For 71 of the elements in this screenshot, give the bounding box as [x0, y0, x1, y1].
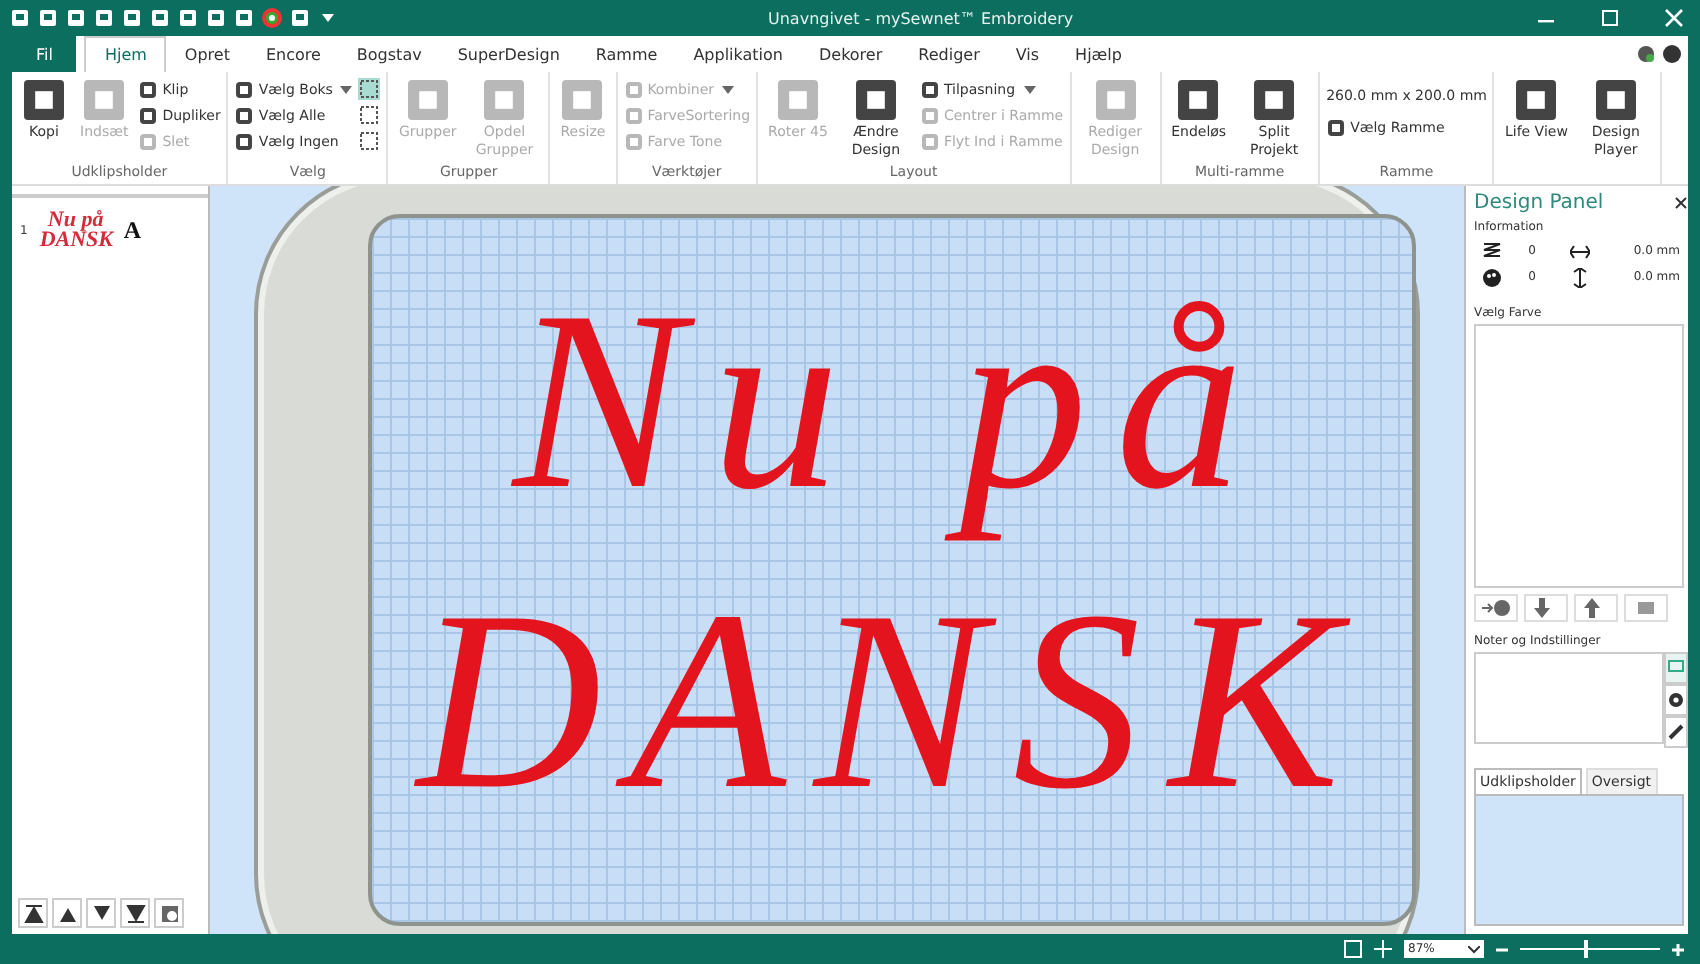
ribbon-tab[interactable]: Applikation	[675, 36, 801, 72]
color-list[interactable]	[1474, 324, 1684, 588]
ribbon-tab[interactable]: SuperDesign	[439, 36, 578, 72]
notes-field[interactable]	[1474, 652, 1664, 744]
tool-icon	[1093, 78, 1138, 122]
tool-icon	[1514, 78, 1559, 122]
maximize-icon[interactable]	[1600, 8, 1620, 28]
fit-icon[interactable]	[1344, 940, 1362, 958]
hide-icon[interactable]	[159, 903, 179, 923]
type-letter: A	[123, 215, 141, 245]
dashed-square-icon	[360, 132, 379, 150]
plus-icon[interactable]	[1672, 943, 1684, 955]
tool-icon	[482, 78, 527, 122]
tool-icon	[1176, 78, 1221, 122]
tool-icon	[234, 132, 255, 152]
tool-icon	[560, 78, 605, 122]
move-bottom-icon[interactable]	[125, 903, 145, 923]
window-title: Unavngivet - mySewnet™ Embroidery	[768, 9, 1076, 27]
palette-icon	[1482, 267, 1502, 287]
panel-title: Design Panel	[1474, 192, 1604, 214]
ribbon-tab[interactable]: Hjem	[84, 36, 167, 72]
color-arrow-icon[interactable]	[1482, 598, 1510, 618]
tool-icon	[82, 78, 127, 122]
move-up-icon[interactable]	[57, 903, 77, 923]
close-icon[interactable]	[1674, 196, 1688, 210]
tool-icon	[919, 132, 940, 152]
tool-icon	[919, 106, 940, 126]
design-thumbnail[interactable]: Nu på DANSK	[39, 210, 112, 250]
tool-icon	[623, 106, 644, 126]
tool-icon	[234, 106, 255, 126]
ribbon-tab[interactable]: Vis	[997, 36, 1058, 72]
caret-icon	[1468, 945, 1480, 953]
tool-icon	[623, 80, 644, 100]
ribbon-tab[interactable]: Opret	[166, 36, 248, 72]
select-mode-button[interactable]	[358, 78, 381, 100]
help-icon[interactable]	[1662, 44, 1682, 64]
ribbon-tab[interactable]: Ramme	[577, 36, 676, 72]
tool-icon	[1326, 118, 1347, 138]
tool-icon	[1252, 78, 1297, 122]
move-top-icon[interactable]	[23, 903, 43, 923]
width-icon	[1570, 241, 1590, 261]
tool-icon	[138, 106, 159, 126]
file-tab[interactable]: Fil	[12, 36, 77, 72]
tool-icon	[1593, 78, 1638, 122]
ribbon-tab[interactable]: Rediger	[900, 36, 998, 72]
ribbon-tab[interactable]: Dekorer	[800, 36, 901, 72]
stitches-icon	[1482, 241, 1502, 261]
tool-icon	[853, 78, 898, 122]
tool-icon	[405, 78, 450, 122]
comment-icon[interactable]	[1668, 660, 1684, 676]
tool-icon	[138, 132, 159, 152]
select-mode-button[interactable]	[358, 130, 381, 152]
tool-icon	[22, 78, 66, 122]
dashed-square-icon	[360, 80, 379, 98]
tool-icon	[138, 80, 159, 100]
minus-icon[interactable]	[1496, 943, 1508, 955]
tool-icon	[919, 80, 940, 100]
ribbon-tab[interactable]: Hjælp	[1057, 36, 1140, 72]
tool-icon	[234, 80, 255, 100]
palette-icon[interactable]	[1636, 44, 1656, 64]
select-mode-button[interactable]	[358, 104, 381, 126]
app-icon[interactable]	[8, 6, 32, 30]
color-wheel-icon[interactable]	[260, 6, 284, 30]
move-down-icon[interactable]	[91, 903, 111, 923]
ribbon-tab[interactable]: Encore	[247, 36, 339, 72]
ribbon-tab[interactable]: Bogstav	[338, 36, 440, 72]
tool-icon	[623, 132, 644, 152]
gear-icon[interactable]	[1668, 692, 1684, 708]
height-icon	[1570, 267, 1590, 287]
tool-icon	[776, 78, 820, 122]
dashed-square-icon	[360, 106, 379, 124]
